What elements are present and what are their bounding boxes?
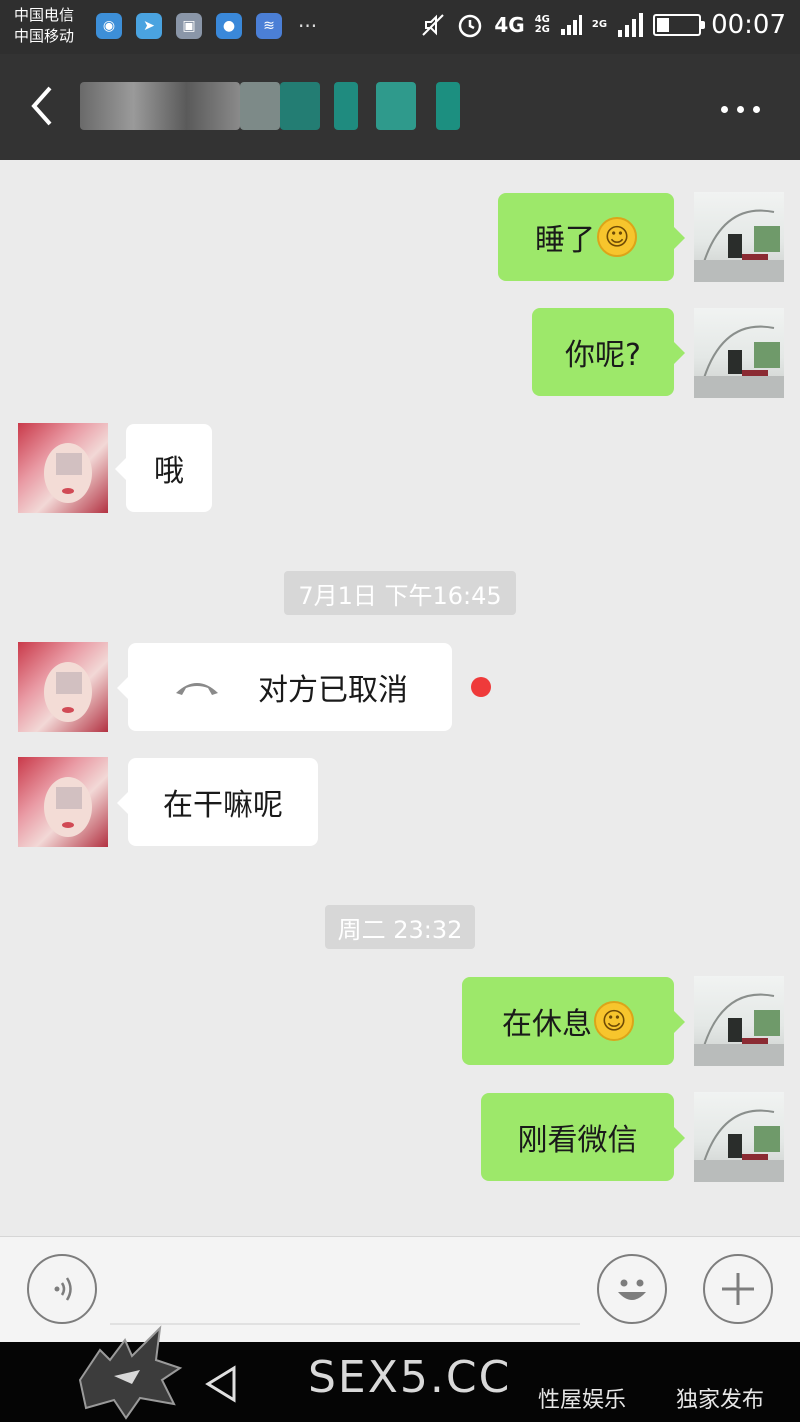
my-avatar[interactable] [694,192,784,282]
my-avatar[interactable] [694,976,784,1066]
call-record-bubble[interactable]: 对方已取消 [117,643,452,731]
room-photo-icon [694,993,784,1066]
smile-emoji-icon: ☺ [594,1001,634,1041]
carrier-2: 中国移动 [14,27,75,45]
contact-photo-icon [44,662,92,722]
voice-icon [54,1277,72,1301]
battery-icon [653,14,706,36]
message-bubble[interactable]: 在休息 ☺ [462,977,685,1065]
battery-fill [657,18,670,32]
phone-hangup-icon [176,683,218,695]
voice-button[interactable] [27,1254,97,1324]
message-bubble[interactable]: 睡了 ☺ [498,193,685,281]
alarm-icon [459,14,482,38]
title-bar [0,54,800,160]
unread-dot [471,677,491,697]
message-app-icon: ● [216,13,242,39]
send-app-icon: ➤ [136,13,162,39]
signal-2-icon [618,13,644,37]
status-right: 4G 4G 2G 2G 00:07 [420,10,786,40]
more-notifications-icon: ··· [298,14,318,38]
navigation-bar: SEX5.CC 性屋娱乐 独家发布 [0,1325,800,1422]
time-divider: 周二 23:32 [325,905,475,949]
room-photo-icon [694,209,784,282]
chat-screen: 中国电信 中国移动 ◉ ➤ ▣ ● ≋ ··· 4G 4G 2G 2G 00:0… [0,0,800,1422]
network-2g: 2G [591,19,608,30]
status-bar: 中国电信 中国移动 ◉ ➤ ▣ ● ≋ ··· 4G 4G 2G 2G 00:0… [0,0,800,54]
back-button[interactable] [28,84,58,128]
signal-1-icon [560,15,582,35]
watermark-site: SEX5.CC [308,1352,512,1403]
room-photo-icon [694,325,784,398]
contact-photo-icon [44,777,92,837]
contact-avatar[interactable] [18,642,108,732]
clock: 00:07 [711,10,786,40]
contact-photo-icon [44,443,92,503]
carrier-labels: 中国电信 中国移动 [14,5,74,47]
time-divider: 7月1日 下午16:45 [284,571,516,615]
my-avatar[interactable] [694,1092,784,1182]
emoji-button[interactable] [597,1254,667,1324]
network-small: 4G 2G [534,14,550,35]
message-bubble[interactable]: 哦 [115,424,212,512]
watermark-tag-2: 独家发布 [676,1388,765,1413]
emoji-icon [618,1279,646,1300]
message-bubble[interactable]: 刚看微信 [481,1093,685,1181]
watermark-tag-1: 性屋娱乐 [538,1388,627,1413]
notification-icons: ◉ ➤ ▣ ● ≋ ··· [96,13,317,39]
message-bubble[interactable]: 在干嘛呢 [117,758,318,846]
gallery-app-icon: ▣ [176,13,202,39]
message-bubble[interactable]: 你呢? [532,308,685,396]
add-button[interactable] [703,1254,773,1324]
carrier-1: 中国电信 [14,6,75,24]
room-photo-icon [694,1109,784,1182]
contact-avatar[interactable] [18,423,108,513]
network-type: 4G [494,13,525,37]
my-avatar[interactable] [694,308,784,398]
plus-icon [722,1273,754,1305]
nav-back-button[interactable] [200,1362,244,1406]
wifi-app-icon: ≋ [256,13,282,39]
wolf-logo-icon [78,1325,183,1420]
location-app-icon: ◉ [96,13,122,39]
chat-title-blurred [80,82,460,132]
mute-icon [422,14,445,36]
contact-avatar[interactable] [18,757,108,847]
smile-emoji-icon: ☺ [597,217,637,257]
more-options-button[interactable] [721,106,760,113]
